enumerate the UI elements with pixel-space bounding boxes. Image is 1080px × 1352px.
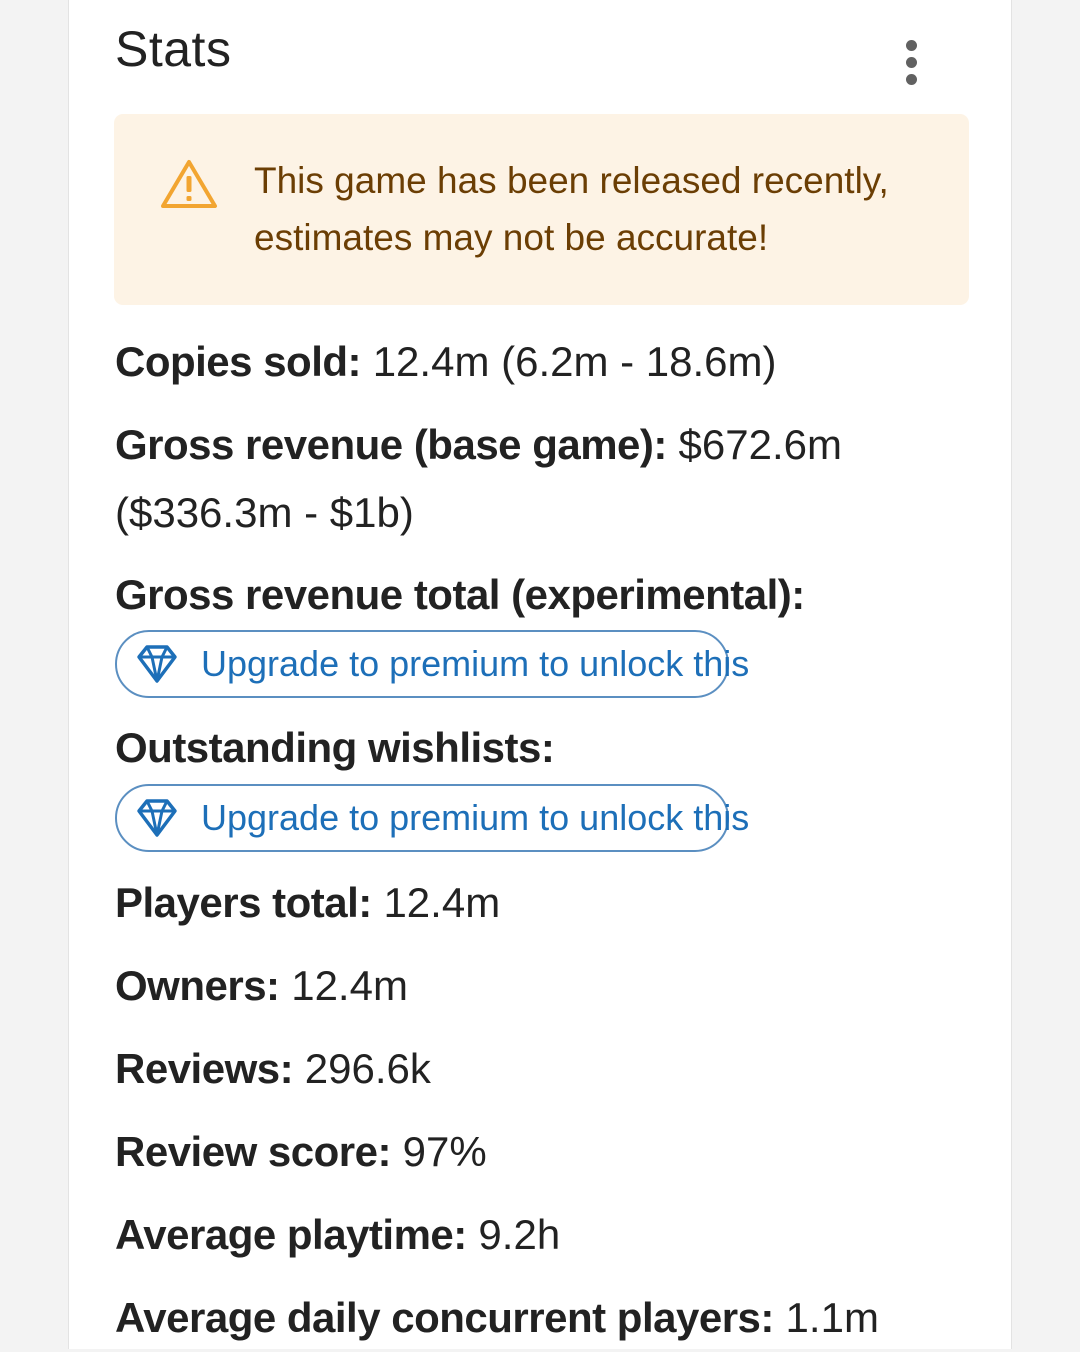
stat-avg-daily-concurrent: Average daily concurrent players: 1.1m bbox=[115, 1284, 975, 1352]
stat-average-playtime: Average playtime: 9.2h bbox=[115, 1201, 975, 1269]
release-warning-alert: This game has been released recently, es… bbox=[114, 114, 969, 305]
stat-gross-revenue-base: Gross revenue (base game): $672.6m ($336… bbox=[115, 411, 975, 547]
stat-label: Average playtime: bbox=[115, 1211, 467, 1258]
stat-gross-revenue-total: Gross revenue total (experimental): bbox=[115, 561, 975, 629]
stat-label: Copies sold: bbox=[115, 338, 362, 385]
more-vert-icon[interactable] bbox=[889, 30, 933, 94]
stat-value: 97% bbox=[390, 1128, 487, 1175]
stat-label: Average daily concurrent players: bbox=[115, 1294, 774, 1341]
stat-label: Owners: bbox=[115, 962, 280, 1009]
alert-message: This game has been released recently, es… bbox=[254, 160, 889, 258]
stat-value: 1.1m bbox=[773, 1294, 879, 1341]
stat-owners: Owners: 12.4m bbox=[115, 952, 975, 1020]
upgrade-premium-label: Upgrade to premium to unlock this bbox=[201, 797, 750, 838]
stat-copies-sold: Copies sold: 12.4m (6.2m - 18.6m) bbox=[115, 328, 975, 396]
stat-label: Outstanding wishlists: bbox=[115, 724, 555, 771]
stat-value: 12.4m bbox=[279, 962, 408, 1009]
stat-value: 9.2h bbox=[466, 1211, 561, 1258]
stat-review-score: Review score: 97% bbox=[115, 1118, 975, 1186]
stat-label: Review score: bbox=[115, 1128, 391, 1175]
stat-label: Players total: bbox=[115, 879, 372, 926]
stat-reviews: Reviews: 296.6k bbox=[115, 1035, 975, 1103]
stat-outstanding-wishlists: Outstanding wishlists: bbox=[115, 714, 975, 782]
warning-icon bbox=[161, 160, 217, 208]
upgrade-premium-button[interactable]: Upgrade to premium to unlock this bbox=[115, 630, 749, 698]
stat-players-total: Players total: 12.4m bbox=[115, 869, 975, 937]
diamond-icon bbox=[137, 645, 177, 683]
stats-card: Stats This game has been released recent… bbox=[68, 0, 1012, 1349]
stat-value: 12.4m bbox=[371, 879, 501, 926]
stat-value: 296.6k bbox=[293, 1045, 431, 1092]
stat-label: Reviews: bbox=[115, 1045, 294, 1092]
stat-label: Gross revenue total (experimental): bbox=[115, 571, 805, 618]
upgrade-premium-button[interactable]: Upgrade to premium to unlock this bbox=[115, 784, 749, 852]
diamond-icon bbox=[137, 799, 177, 837]
stat-label: Gross revenue (base game): bbox=[115, 421, 667, 468]
upgrade-premium-label: Upgrade to premium to unlock this bbox=[201, 643, 750, 684]
card-title: Stats bbox=[115, 21, 232, 77]
stat-value: 12.4m (6.2m - 18.6m) bbox=[361, 338, 777, 385]
